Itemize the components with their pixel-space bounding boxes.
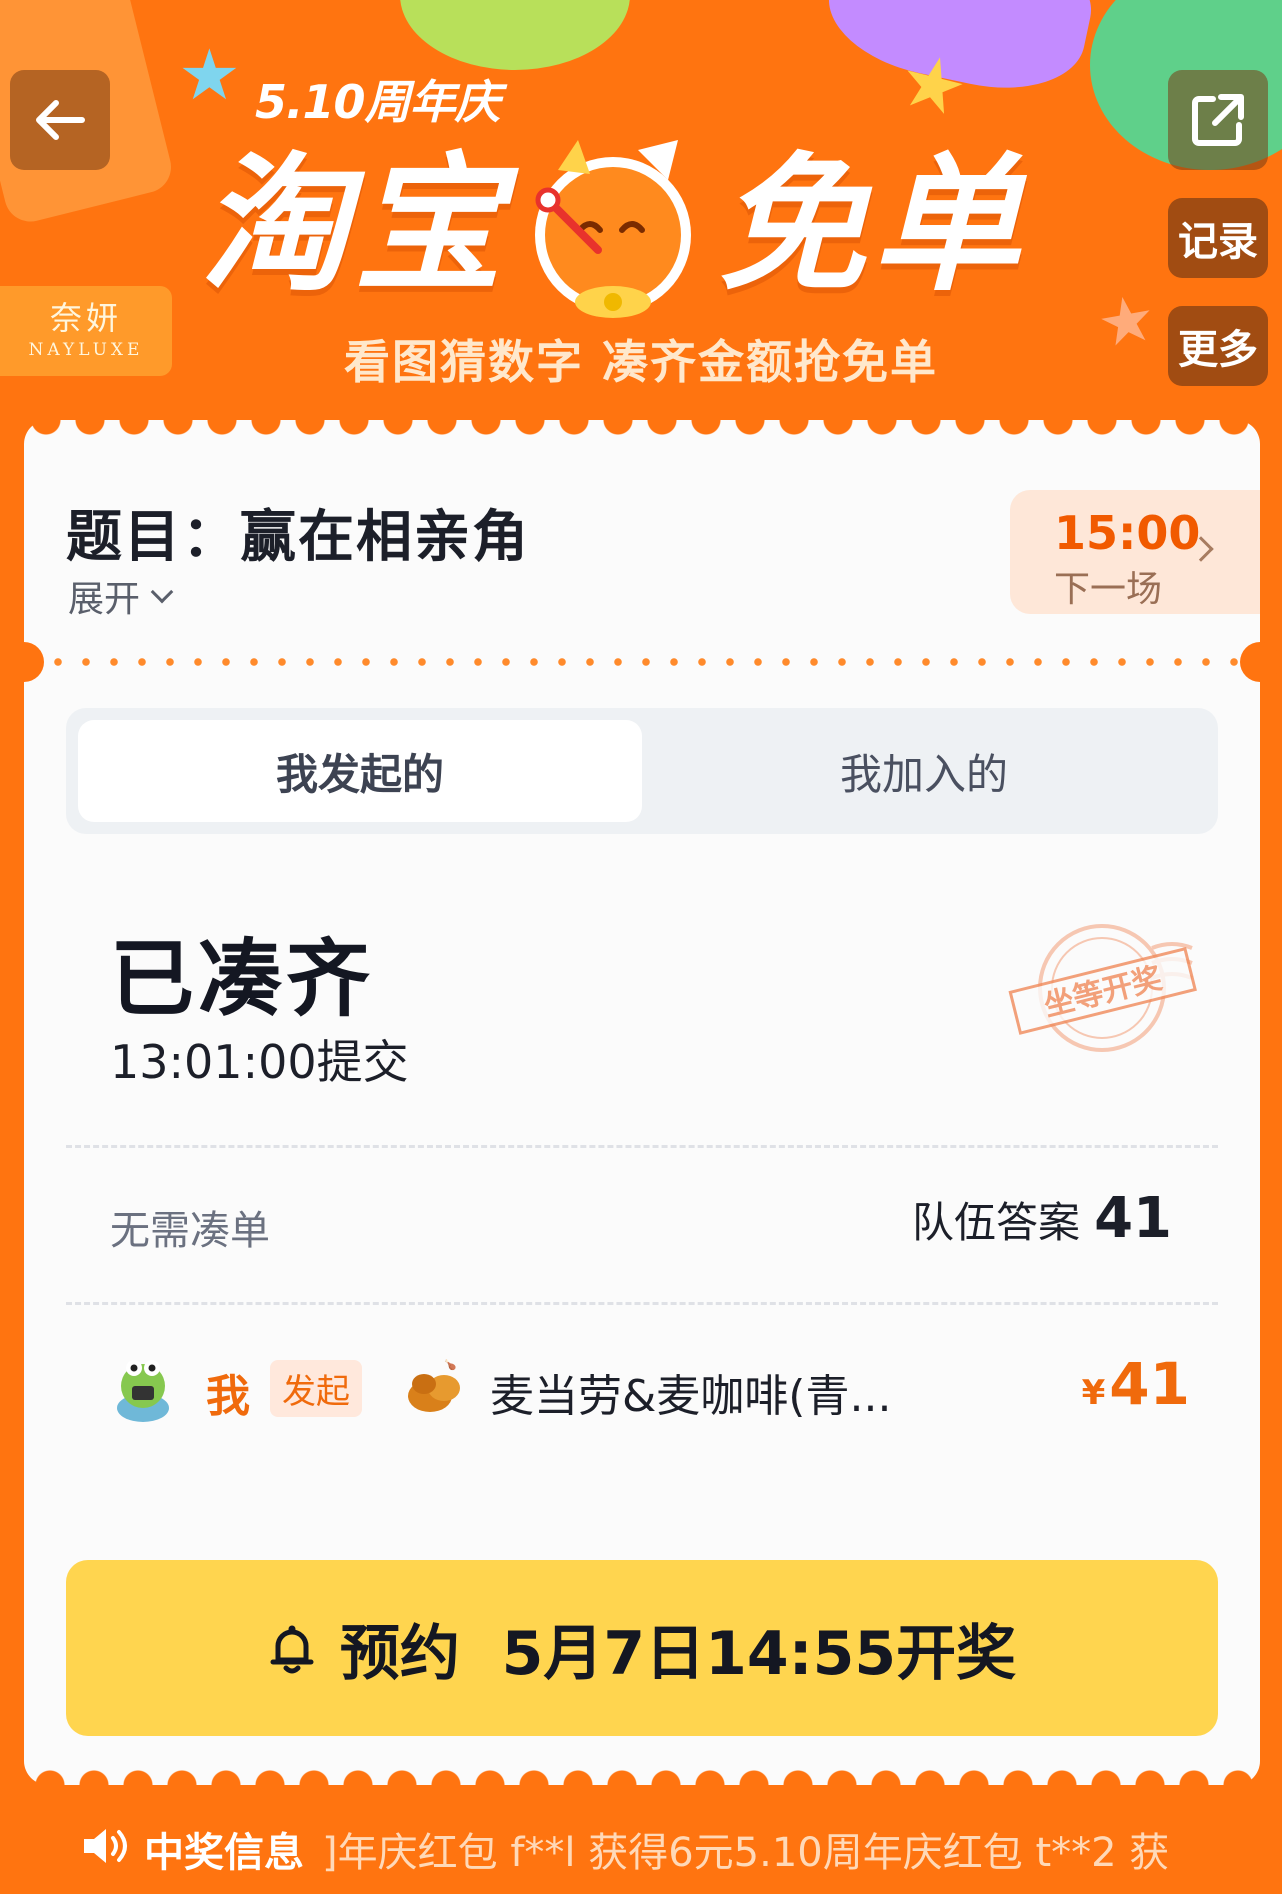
no-join-label: 无需凑单 xyxy=(110,1208,270,1254)
share-button[interactable] xyxy=(1168,70,1268,170)
status-title: 已凑齐 xyxy=(110,930,375,1028)
team-answer-label: 队伍答案 xyxy=(912,1198,1081,1247)
campaign-title: 淘宝 免单 xyxy=(200,130,1100,320)
card-scallop-edge xyxy=(24,1763,1260,1785)
initiator-badge: 发起 xyxy=(270,1360,362,1417)
share-icon xyxy=(1192,94,1244,146)
campaign-title-right: 免单 xyxy=(718,139,1026,311)
records-button[interactable]: 记录 xyxy=(1168,198,1268,278)
game-card: 题目：赢在相亲角 展开 15:00 下一场 我发起的 我加入的 已凑齐 13:0… xyxy=(4,420,1280,1785)
free-order-page: ★ ★ ★ 记录 更多 奈妍 NAYLUXE 5.10周年庆 淘宝 免单 看图猜… xyxy=(0,0,1282,1894)
reserve-draw-button[interactable]: 预约 5月7日14:55开奖 xyxy=(66,1560,1218,1736)
card-scallop-edge xyxy=(24,420,1260,442)
campaign-subtitle: 看图猜数字 凑齐金额抢免单 xyxy=(343,335,938,389)
tab-initiated[interactable]: 我发起的 xyxy=(78,720,642,822)
member-row[interactable]: 我 发起 🍗 麦当劳&麦咖啡(青... ¥ 41 xyxy=(110,1340,1190,1440)
currency-symbol: ¥ xyxy=(1081,1373,1106,1413)
store-logo: 🍗 xyxy=(408,1358,460,1412)
dotted-divider xyxy=(44,658,1240,666)
green-blob-decoration xyxy=(400,0,630,70)
reserve-draw-label: 预约 5月7日14:55开奖 xyxy=(339,1618,1017,1689)
chevron-down-icon xyxy=(150,580,174,604)
tab-joined[interactable]: 我加入的 xyxy=(642,720,1206,822)
avatar xyxy=(117,1360,169,1422)
back-button[interactable] xyxy=(10,70,110,170)
team-tabs: 我发起的 我加入的 xyxy=(66,708,1218,834)
ticker-text: ]年庆红包 f**l 获得6元5.10周年庆红包 t**2 获 xyxy=(322,1830,1170,1876)
bell-icon xyxy=(270,1625,314,1674)
winners-ticker: 中奖信息 ]年庆红包 f**l 获得6元5.10周年庆红包 t**2 获 xyxy=(0,1810,1282,1880)
team-answer: 队伍答案 41 xyxy=(912,1186,1172,1251)
svg-text:🍗: 🍗 xyxy=(444,1358,456,1371)
question-title: 题目：赢在相亲角 xyxy=(66,505,530,570)
ticket-notch xyxy=(1240,642,1280,682)
mascot-icon xyxy=(535,140,691,318)
team-answer-value: 41 xyxy=(1094,1186,1172,1251)
next-session-time: 15:00 xyxy=(1054,506,1201,560)
expand-toggle[interactable]: 展开 xyxy=(68,570,174,622)
waiting-draw-stamp: 坐等开奖 xyxy=(1008,924,1197,1052)
amount-value: 41 xyxy=(1109,1350,1190,1418)
store-name: 麦当劳&麦咖啡(青... xyxy=(490,1371,892,1422)
ticket-notch xyxy=(4,642,44,682)
speaker-icon xyxy=(84,1829,127,1863)
back-arrow-icon xyxy=(36,100,85,140)
next-session-button[interactable]: 15:00 下一场 xyxy=(1010,490,1260,614)
event-tag: 5.10周年庆 xyxy=(255,75,500,129)
submit-time: 13:01:00提交 xyxy=(110,1035,409,1089)
member-amount: ¥ 41 xyxy=(1082,1350,1190,1418)
campaign-title-left: 淘宝 xyxy=(200,139,508,311)
ticker-label: 中奖信息 xyxy=(144,1830,304,1876)
next-session-label: 下一场 xyxy=(1054,569,1163,610)
dashed-divider xyxy=(66,1145,1218,1148)
dashed-divider xyxy=(66,1302,1218,1305)
expand-label: 展开 xyxy=(68,579,141,620)
star-icon: ★ xyxy=(178,34,241,116)
member-name: 我 xyxy=(206,1371,250,1422)
